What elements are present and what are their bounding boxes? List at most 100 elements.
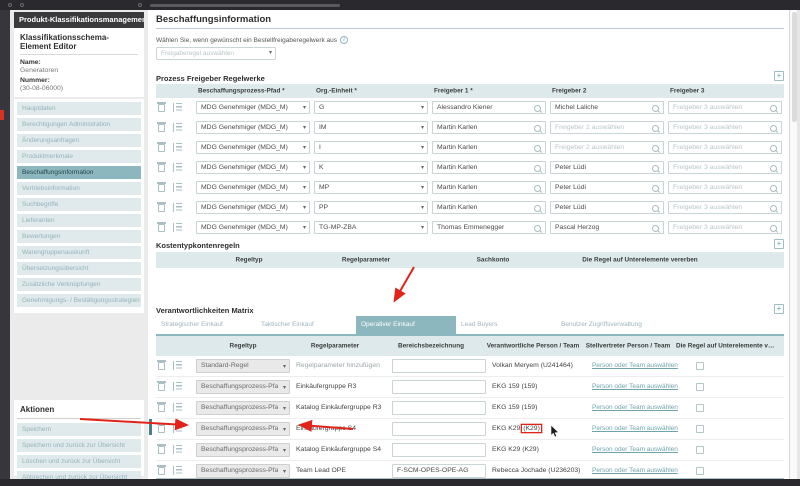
- org-unit-select[interactable]: K▾: [314, 161, 428, 174]
- process-path-select[interactable]: MDG Genehmiger (MDG_M)▾: [196, 141, 310, 154]
- rule-parameter[interactable]: Regelparameter hinzufügen: [296, 359, 390, 373]
- area-input[interactable]: [392, 422, 486, 436]
- deputy-select-link[interactable]: Person oder Team auswählen: [592, 464, 680, 478]
- action-speichern-und-zurueck[interactable]: Speichern und zurück zur Übersicht: [17, 439, 141, 452]
- browser-urlbar[interactable]: [150, 4, 340, 7]
- reorder-row-icon[interactable]: [173, 203, 182, 212]
- freigeber3-field[interactable]: Freigeber 3 auswählen: [668, 221, 782, 234]
- search-icon[interactable]: [770, 145, 779, 154]
- freigeber3-field[interactable]: Freigeber 3 auswählen: [668, 141, 782, 154]
- org-unit-select[interactable]: G▾: [314, 101, 428, 114]
- info-icon[interactable]: i: [340, 36, 348, 44]
- freigeber2-field[interactable]: Michel Laliche: [550, 101, 664, 114]
- sidebar-item-hauptdaten[interactable]: Hauptdaten: [17, 102, 141, 115]
- search-icon[interactable]: [534, 125, 543, 134]
- reorder-row-icon[interactable]: [173, 361, 182, 370]
- tab-strategischer-einkauf[interactable]: Strategischer Einkauf: [156, 316, 256, 334]
- inherit-checkbox[interactable]: [696, 404, 704, 412]
- freigeber3-field[interactable]: Freigeber 3 auswählen: [668, 161, 782, 174]
- search-icon[interactable]: [534, 185, 543, 194]
- sidebar-item-berechtigungen-administration[interactable]: Berechtigungen Administration: [17, 118, 141, 131]
- sidebar-item-produktmerkmale[interactable]: Produktmerkmale: [17, 150, 141, 163]
- search-icon[interactable]: [652, 105, 661, 114]
- delete-row-icon[interactable]: [158, 144, 165, 152]
- freigeber1-field[interactable]: Martin Karlen: [432, 201, 546, 214]
- delete-row-icon[interactable]: [158, 164, 165, 172]
- sidebar-item-uebersetzungsuebersicht[interactable]: Übersetzungsübersicht: [17, 262, 141, 275]
- delete-row-icon[interactable]: [158, 467, 165, 475]
- search-icon[interactable]: [652, 145, 661, 154]
- freigeber2-field[interactable]: Peter Lüdi: [550, 201, 664, 214]
- search-icon[interactable]: [770, 185, 779, 194]
- inherit-checkbox[interactable]: [696, 467, 704, 475]
- tab-lead-buyers[interactable]: Lead Buyers: [456, 316, 556, 334]
- delete-row-icon[interactable]: [158, 383, 165, 391]
- add-freigeber-row-button[interactable]: +: [774, 71, 784, 81]
- org-unit-select[interactable]: PP▾: [314, 201, 428, 214]
- freigeber2-field[interactable]: Freigeber 2 auswählen: [550, 141, 664, 154]
- deputy-select-link[interactable]: Person oder Team auswählen: [592, 359, 680, 373]
- sidebar-item-genehmigungs-bestaetigungsstrategien[interactable]: Genehmigungs- / Bestätigungsstrategien: [17, 294, 141, 307]
- org-unit-select[interactable]: TG-MP-ZBA▾: [314, 221, 428, 234]
- process-path-select[interactable]: MDG Genehmiger (MDG_M)▾: [196, 121, 310, 134]
- search-icon[interactable]: [652, 125, 661, 134]
- rule-type-select[interactable]: Beschaffungsprozess-Pfade Regel▾: [196, 380, 290, 394]
- area-input[interactable]: [392, 380, 486, 394]
- sidebar-item-lieferanten[interactable]: Lieferanten: [17, 214, 141, 227]
- org-unit-select[interactable]: MP▾: [314, 181, 428, 194]
- freigeber1-field[interactable]: Martin Karlen: [432, 161, 546, 174]
- reorder-row-icon[interactable]: [173, 103, 182, 112]
- freigeber1-field[interactable]: Thomas Emmenegger: [432, 221, 546, 234]
- rule-type-select[interactable]: Beschaffungsprozess-Pfade Regel▾: [196, 422, 290, 436]
- reorder-row-icon[interactable]: [173, 183, 182, 192]
- reorder-row-icon[interactable]: [173, 382, 182, 391]
- reorder-row-icon[interactable]: [173, 466, 182, 475]
- search-icon[interactable]: [652, 225, 661, 234]
- delete-row-icon[interactable]: [158, 204, 165, 212]
- freigeber1-field[interactable]: Martin Karlen: [432, 121, 546, 134]
- freigeber1-field[interactable]: Martin Karlen: [432, 181, 546, 194]
- area-input[interactable]: [392, 443, 486, 457]
- reorder-row-icon[interactable]: [173, 143, 182, 152]
- inherit-checkbox[interactable]: [696, 383, 704, 391]
- sidebar-item-bewertungen[interactable]: Bewertungen: [17, 230, 141, 243]
- search-icon[interactable]: [534, 105, 543, 114]
- search-icon[interactable]: [652, 185, 661, 194]
- freigeber2-field[interactable]: Freigeber 2 auswählen: [550, 121, 664, 134]
- deputy-select-link[interactable]: Person oder Team auswählen: [592, 401, 680, 415]
- search-icon[interactable]: [534, 205, 543, 214]
- area-input[interactable]: F-SCM-OPES-OPE-AG: [392, 464, 486, 478]
- deputy-select-link[interactable]: Person oder Team auswählen: [592, 380, 680, 394]
- freigeber1-field[interactable]: Martin Karlen: [432, 141, 546, 154]
- deputy-select-link[interactable]: Person oder Team auswählen: [592, 443, 680, 457]
- freigeber3-field[interactable]: Freigeber 3 auswählen: [668, 201, 782, 214]
- add-matrix-row-button[interactable]: +: [774, 304, 784, 314]
- add-kosten-row-button[interactable]: +: [774, 239, 784, 249]
- release-rule-select[interactable]: Freigaberegel auswählen ▾: [156, 47, 276, 60]
- sidebar-item-zusaetzliche-verknuepfungen[interactable]: Zusätzliche Verknüpfungen: [17, 278, 141, 291]
- vertical-scrollbar[interactable]: [789, 10, 797, 479]
- search-icon[interactable]: [652, 165, 661, 174]
- action-speichern[interactable]: Speichern: [17, 423, 141, 436]
- reorder-row-icon[interactable]: [173, 424, 182, 433]
- reorder-row-icon[interactable]: [173, 123, 182, 132]
- rule-type-select[interactable]: Beschaffungsprozess-Pfade Regel▾: [196, 401, 290, 415]
- delete-row-icon[interactable]: [158, 104, 165, 112]
- tab-benutzer-zugriffsverwaltung[interactable]: Benutzer Zugriffsverwaltung: [556, 316, 686, 334]
- rule-type-select[interactable]: Beschaffungsprozess-Pfade Regel▾: [196, 443, 290, 457]
- process-path-select[interactable]: MDG Genehmiger (MDG_M)▾: [196, 101, 310, 114]
- org-unit-select[interactable]: IM▾: [314, 121, 428, 134]
- rule-type-select[interactable]: Standard-Regel▾: [196, 359, 290, 373]
- process-path-select[interactable]: MDG Genehmiger (MDG_M)▾: [196, 201, 310, 214]
- sidebar-item-suchbegriffe[interactable]: Suchbegriffe: [17, 198, 141, 211]
- search-icon[interactable]: [770, 105, 779, 114]
- freigeber3-field[interactable]: Freigeber 3 auswählen: [668, 101, 782, 114]
- delete-row-icon[interactable]: [158, 224, 165, 232]
- sidebar-item-beschaffungsinformation[interactable]: Beschaffungsinformation: [17, 166, 141, 179]
- freigeber3-field[interactable]: Freigeber 3 auswählen: [668, 181, 782, 194]
- area-input[interactable]: [392, 359, 486, 373]
- org-unit-select[interactable]: I▾: [314, 141, 428, 154]
- search-icon[interactable]: [534, 165, 543, 174]
- area-input[interactable]: [392, 401, 486, 415]
- delete-row-icon[interactable]: [158, 446, 165, 454]
